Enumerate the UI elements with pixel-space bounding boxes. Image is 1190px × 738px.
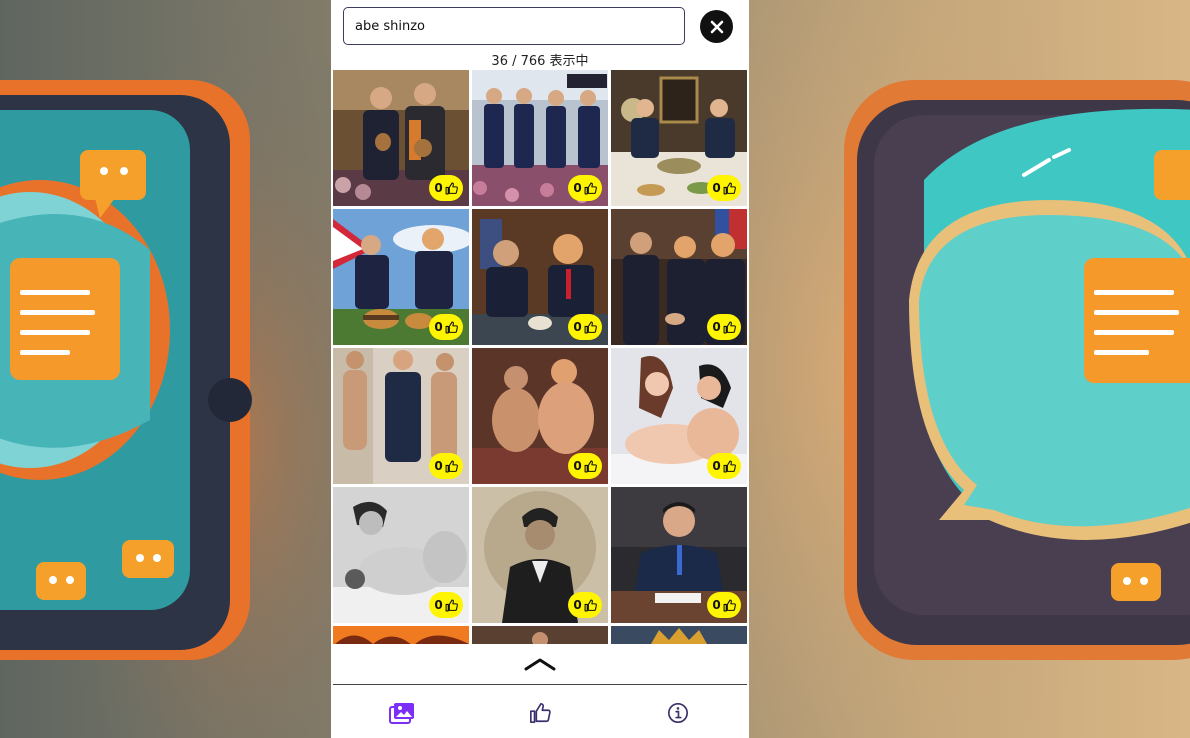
image-tile[interactable]: [611, 626, 747, 644]
thumbs-up-icon: [445, 460, 458, 472]
like-count: 0: [434, 181, 443, 195]
like-button[interactable]: 0: [707, 175, 741, 201]
clear-search-button[interactable]: [700, 10, 733, 43]
like-count: 0: [573, 459, 582, 473]
like-count: 0: [434, 459, 443, 473]
thumbs-up-icon: [723, 460, 736, 472]
like-button[interactable]: 0: [707, 453, 741, 479]
close-icon: [710, 20, 723, 33]
thumbs-up-icon: [530, 703, 551, 723]
nav-divider: [333, 684, 747, 685]
like-count: 0: [712, 181, 721, 195]
tile-image: [472, 626, 608, 644]
result-count: 36 / 766 表示中: [491, 54, 589, 69]
like-button[interactable]: 0: [429, 592, 463, 618]
info-icon: [668, 703, 688, 723]
thumbs-up-icon: [584, 321, 597, 333]
images-icon: [389, 703, 414, 724]
bottom-nav: [331, 686, 749, 738]
image-tile[interactable]: 0: [333, 348, 469, 484]
nav-info-button[interactable]: [663, 698, 693, 728]
gallery-app: 36 / 766 表示中 0: [331, 0, 749, 738]
like-count: 0: [434, 598, 443, 612]
image-tile[interactable]: 0: [333, 70, 469, 206]
image-tile[interactable]: 0: [333, 487, 469, 623]
like-button[interactable]: 0: [707, 314, 741, 340]
like-count: 0: [712, 459, 721, 473]
background-art-right: [749, 0, 1190, 738]
like-count: 0: [434, 320, 443, 334]
thumbs-up-icon: [584, 182, 597, 194]
thumbs-up-icon: [445, 599, 458, 611]
tile-image: [611, 626, 747, 644]
image-tile[interactable]: 0: [611, 70, 747, 206]
like-count: 0: [712, 598, 721, 612]
tile-image: [333, 626, 469, 644]
thumbs-up-icon: [723, 182, 736, 194]
like-button[interactable]: 0: [429, 453, 463, 479]
like-button[interactable]: 0: [568, 175, 602, 201]
like-button[interactable]: 0: [568, 314, 602, 340]
like-count: 0: [712, 320, 721, 334]
image-tile[interactable]: [333, 626, 469, 644]
like-count: 0: [573, 320, 582, 334]
image-tile[interactable]: 0: [472, 348, 608, 484]
like-button[interactable]: 0: [568, 453, 602, 479]
thumbs-up-icon: [445, 182, 458, 194]
chevron-up-icon: [524, 658, 556, 671]
image-tile[interactable]: 0: [611, 209, 747, 345]
thumbs-up-icon: [723, 599, 736, 611]
image-tile[interactable]: 0: [472, 209, 608, 345]
image-tile[interactable]: 0: [472, 487, 608, 623]
like-button[interactable]: 0: [429, 314, 463, 340]
image-tile[interactable]: 0: [611, 348, 747, 484]
like-button[interactable]: 0: [707, 592, 741, 618]
thumbs-up-icon: [584, 599, 597, 611]
thumbs-up-icon: [584, 460, 597, 472]
image-tile[interactable]: 0: [333, 209, 469, 345]
like-button[interactable]: 0: [568, 592, 602, 618]
image-tile[interactable]: 0: [611, 487, 747, 623]
search-input[interactable]: [343, 7, 685, 45]
nav-likes-button[interactable]: [525, 698, 555, 728]
nav-gallery-button[interactable]: [387, 698, 417, 728]
like-count: 0: [573, 181, 582, 195]
image-grid: 0 0 0 0 0 0 0 0 0 0 0 0: [333, 70, 747, 644]
thumbs-up-icon: [445, 321, 458, 333]
like-button[interactable]: 0: [429, 175, 463, 201]
thumbs-up-icon: [723, 321, 736, 333]
scroll-to-top-button[interactable]: [331, 644, 749, 684]
like-count: 0: [573, 598, 582, 612]
background-art-left: [0, 0, 331, 738]
image-tile[interactable]: 0: [472, 70, 608, 206]
image-tile[interactable]: [472, 626, 608, 644]
